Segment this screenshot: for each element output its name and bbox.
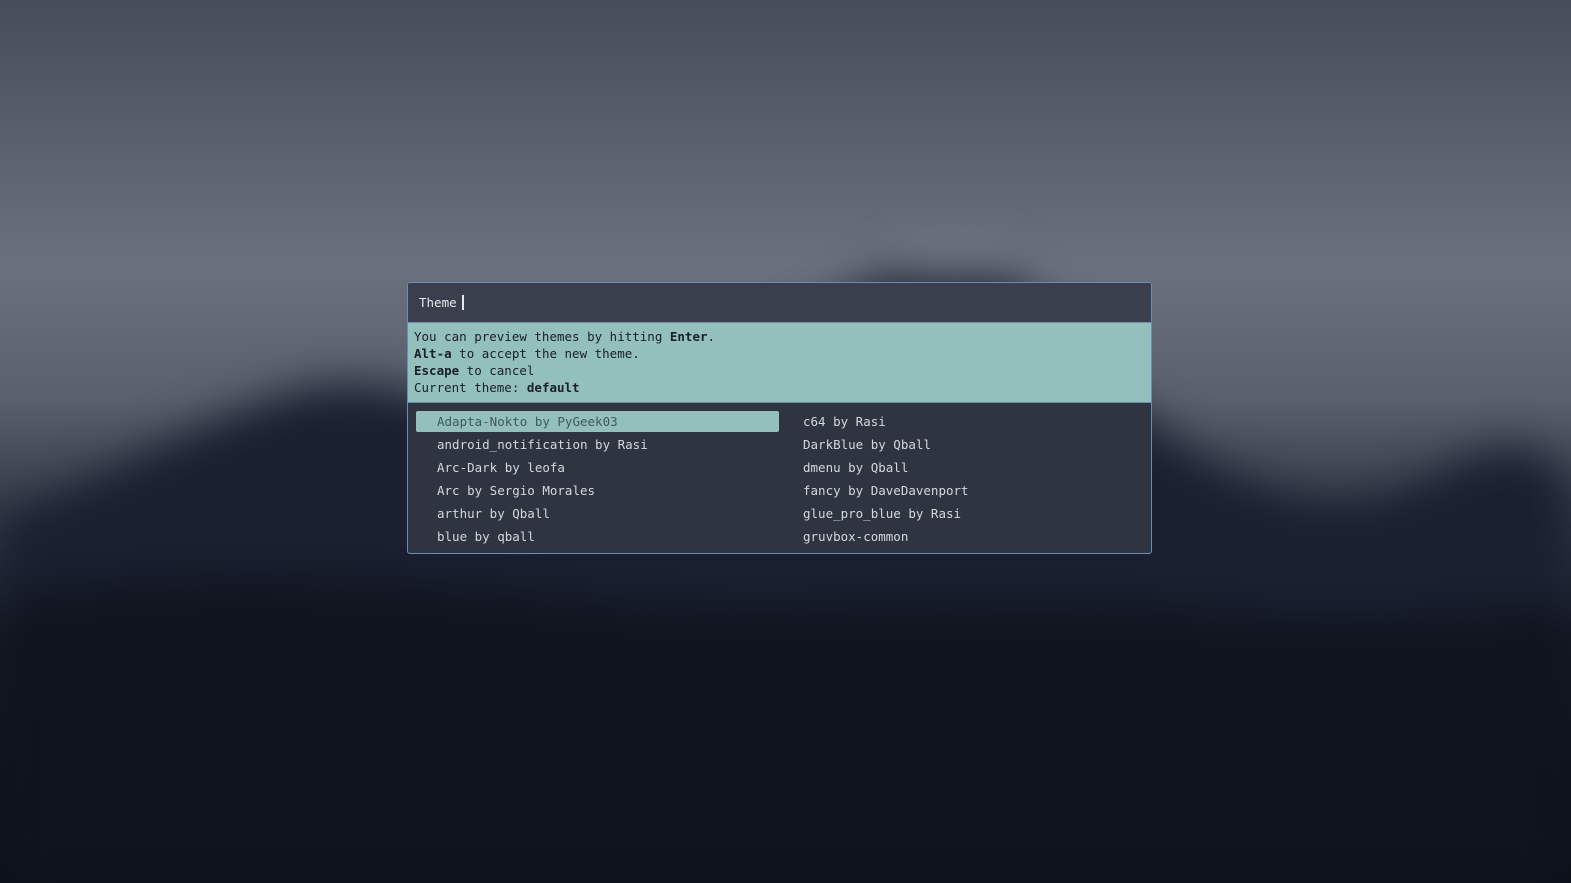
prompt-label: Theme [419, 295, 457, 310]
theme-selector-window: Theme You can preview themes by hitting … [407, 282, 1152, 554]
message-line-1: You can preview themes by hitting Enter. [414, 329, 716, 344]
theme-list-item[interactable]: glue_pro_blue by Rasi [782, 503, 1145, 524]
alt-a-key-label: Alt-a [414, 346, 452, 361]
theme-list-item[interactable]: Arc by Sergio Morales [416, 480, 779, 501]
theme-list: Adapta-Nokto by PyGeek03 android_notific… [408, 403, 1151, 549]
theme-list-item[interactable]: gruvbox-common [782, 526, 1145, 547]
message-line-4: Current theme: default [414, 380, 580, 395]
theme-list-item[interactable]: c64 by Rasi [782, 411, 1145, 432]
theme-list-item[interactable]: Arc-Dark by leofa [416, 457, 779, 478]
input-bar: Theme [408, 283, 1151, 323]
theme-list-item[interactable]: Adapta-Nokto by PyGeek03 [416, 411, 779, 432]
escape-key-label: Escape [414, 363, 460, 378]
current-theme-value: default [526, 380, 580, 395]
theme-list-item[interactable]: android_notification by Rasi [416, 434, 779, 455]
help-message: You can preview themes by hitting Enter.… [408, 323, 1151, 403]
theme-list-item[interactable]: fancy by DaveDavenport [782, 480, 1145, 501]
theme-list-item[interactable]: blue by qball [416, 526, 779, 547]
theme-list-item[interactable]: DarkBlue by Qball [782, 434, 1145, 455]
message-line-2: Alt-a to accept the new theme. [414, 346, 640, 361]
enter-key-label: Enter [669, 329, 708, 344]
theme-list-item[interactable]: arthur by Qball [416, 503, 779, 524]
message-line-3: Escape to cancel [414, 363, 535, 378]
text-cursor [461, 295, 464, 310]
theme-list-item[interactable]: dmenu by Qball [782, 457, 1145, 478]
